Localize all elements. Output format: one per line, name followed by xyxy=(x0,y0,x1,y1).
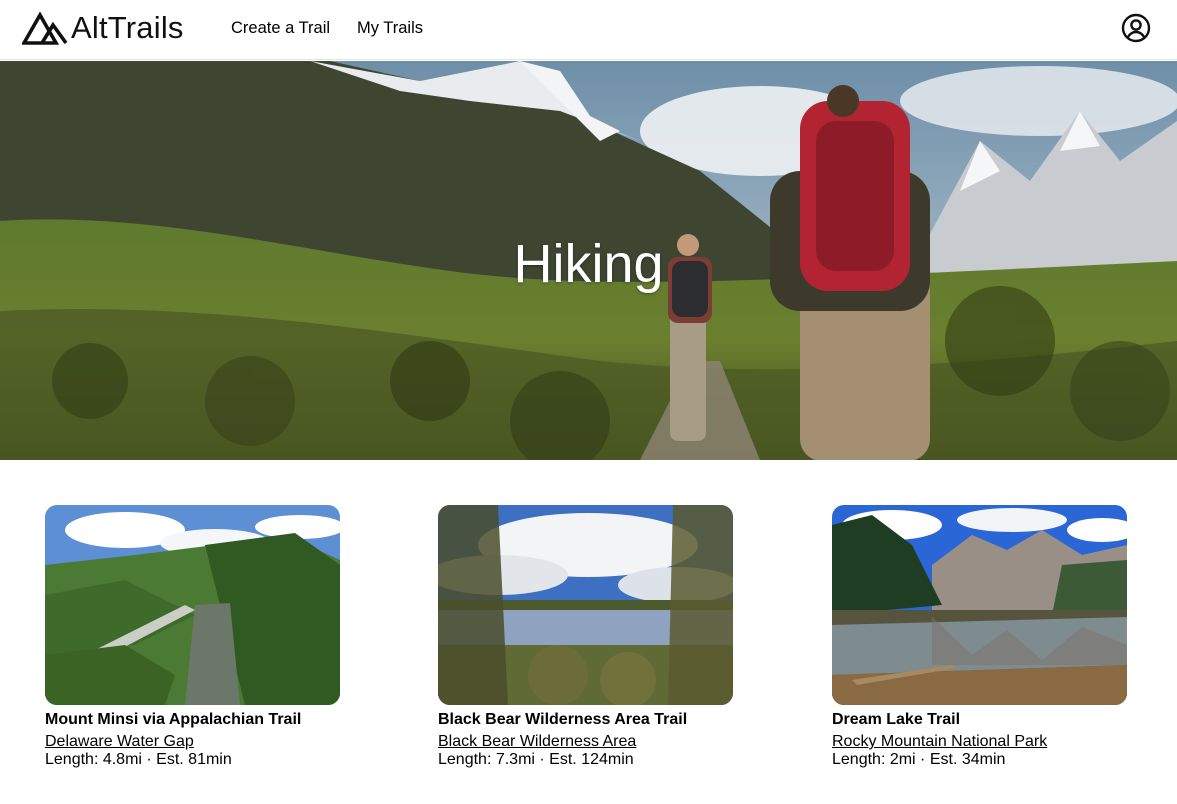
trail-meta: Length: 4.8mi · Est. 81min xyxy=(45,751,232,768)
brand-logo-link[interactable]: AltTrails xyxy=(22,10,184,46)
trail-park-link[interactable]: Delaware Water Gap xyxy=(45,732,194,751)
trail-park-link[interactable]: Rocky Mountain National Park xyxy=(832,732,1047,751)
trail-park-link[interactable]: Black Bear Wilderness Area xyxy=(438,732,636,751)
trail-name: Dream Lake Trail xyxy=(832,711,961,728)
trail-photo[interactable] xyxy=(832,505,1127,705)
trail-name: Mount Minsi via Appalachian Trail xyxy=(45,711,302,728)
nav-my-trails-link[interactable]: My Trails xyxy=(357,18,423,38)
trail-meta: Length: 2mi · Est. 34min xyxy=(832,751,1006,768)
trail-card[interactable]: Mount Minsi via Appalachian Trail Delawa… xyxy=(45,505,340,769)
trail-photo[interactable] xyxy=(438,505,733,705)
nav-create-trail-link[interactable]: Create a Trail xyxy=(231,18,330,38)
trail-meta: Length: 7.3mi · Est. 124min xyxy=(438,751,634,768)
hero-banner: Hiking xyxy=(0,61,1177,460)
trail-card[interactable]: Black Bear Wilderness Area Trail Black B… xyxy=(438,505,733,769)
user-circle-icon xyxy=(1121,13,1151,43)
trail-name: Black Bear Wilderness Area Trail xyxy=(438,711,688,728)
account-button[interactable] xyxy=(1121,13,1151,43)
brand-name: AltTrails xyxy=(71,10,184,45)
top-navigation-bar: AltTrails Create a Trail My Trails xyxy=(0,0,1177,60)
mountain-logo-icon xyxy=(22,11,68,45)
trail-card[interactable]: Dream Lake Trail Rocky Mountain National… xyxy=(832,505,1127,769)
trail-photo[interactable] xyxy=(45,505,340,705)
hero-title: Hiking xyxy=(513,234,664,294)
